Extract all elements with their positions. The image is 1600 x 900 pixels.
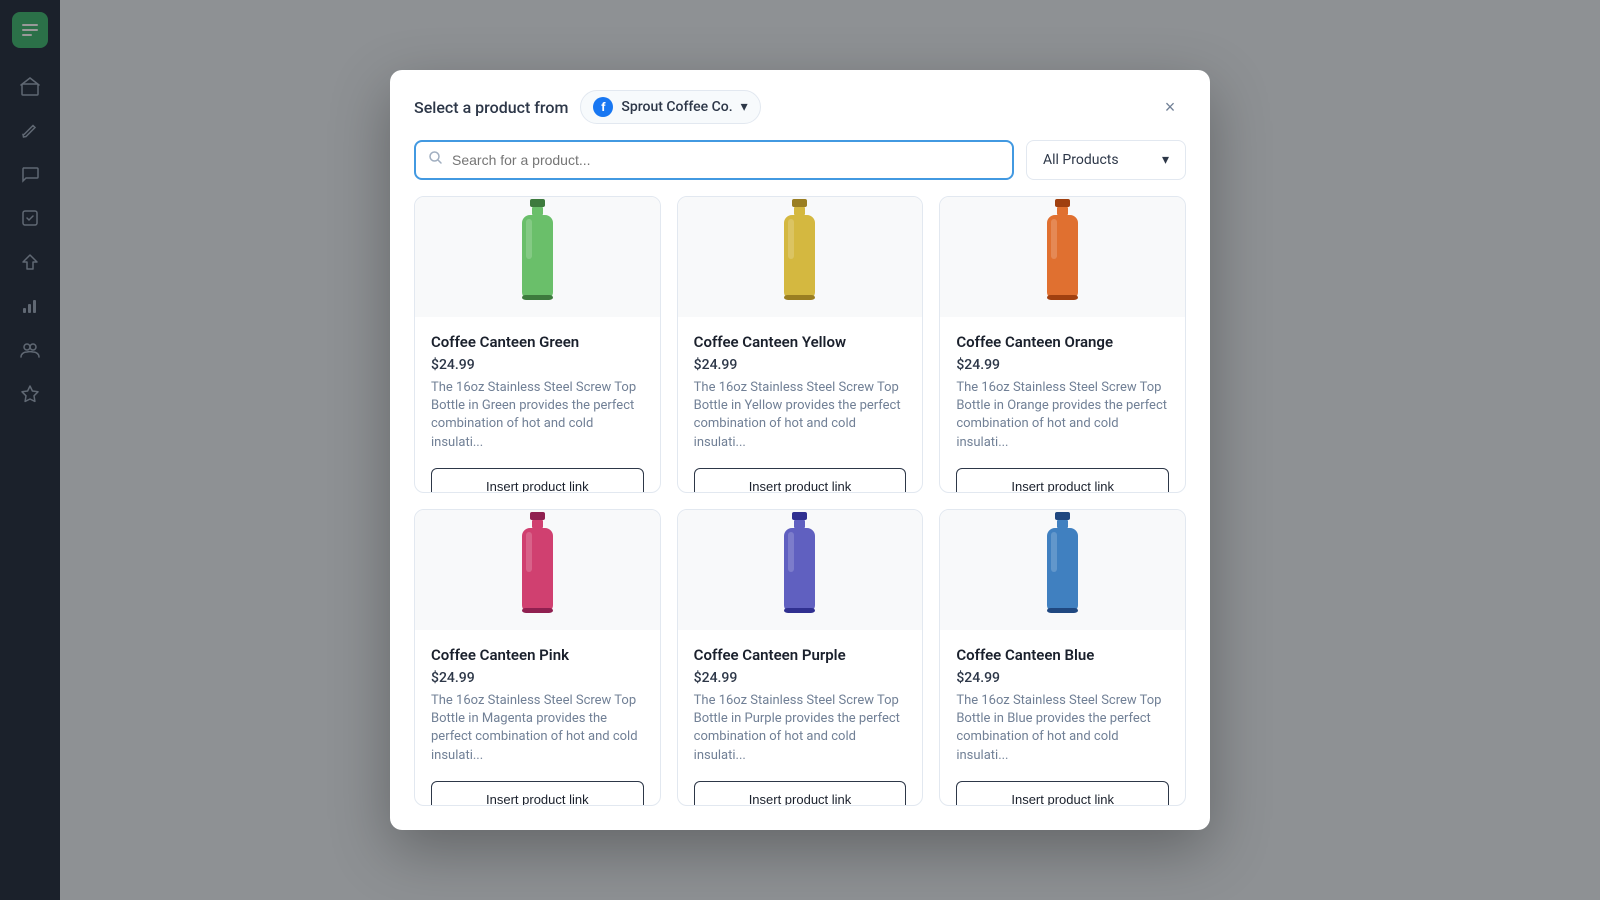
product-image-orange [940,197,1185,317]
source-name: Sprout Coffee Co. [621,99,732,115]
chevron-down-icon: ▾ [741,99,748,115]
insert-product-link-button-pink[interactable]: Insert product link [431,781,644,806]
product-desc-purple: The 16oz Stainless Steel Screw Top Bottl… [694,692,907,765]
filter-chevron-icon: ▾ [1162,152,1169,168]
source-selector[interactable]: f Sprout Coffee Co. ▾ [580,90,760,124]
product-desc-orange: The 16oz Stainless Steel Screw Top Bottl… [956,379,1169,452]
product-info-yellow: Coffee Canteen Yellow $24.99 The 16oz St… [678,317,923,468]
product-name-green: Coffee Canteen Green [431,333,644,351]
insert-product-link-button-orange[interactable]: Insert product link [956,468,1169,493]
product-name-yellow: Coffee Canteen Yellow [694,333,907,351]
search-icon [428,150,444,170]
products-grid: Coffee Canteen Green $24.99 The 16oz Sta… [390,196,1210,830]
product-image-yellow [678,197,923,317]
product-price-yellow: $24.99 [694,357,907,373]
insert-product-link-button-blue[interactable]: Insert product link [956,781,1169,806]
search-input-wrapper[interactable] [414,140,1014,180]
product-image-purple [678,510,923,630]
product-info-pink: Coffee Canteen Pink $24.99 The 16oz Stai… [415,630,660,781]
product-price-blue: $24.99 [956,670,1169,686]
product-image-pink [415,510,660,630]
insert-product-link-button-yellow[interactable]: Insert product link [694,468,907,493]
bottle-icon [510,510,565,630]
search-row: All Products ▾ [390,140,1210,196]
product-desc-pink: The 16oz Stainless Steel Screw Top Bottl… [431,692,644,765]
bottle-icon [1035,510,1090,630]
product-image-blue [940,510,1185,630]
facebook-icon: f [593,97,613,117]
product-price-orange: $24.99 [956,357,1169,373]
product-card-pink: Coffee Canteen Pink $24.99 The 16oz Stai… [414,509,661,806]
product-price-pink: $24.99 [431,670,644,686]
product-card-orange: Coffee Canteen Orange $24.99 The 16oz St… [939,196,1186,493]
filter-label: All Products [1043,152,1119,168]
bottle-icon [510,197,565,317]
bottle-icon [772,197,827,317]
modal-header: Select a product from f Sprout Coffee Co… [390,70,1210,140]
product-price-green: $24.99 [431,357,644,373]
product-desc-green: The 16oz Stainless Steel Screw Top Bottl… [431,379,644,452]
product-card-purple: Coffee Canteen Purple $24.99 The 16oz St… [677,509,924,806]
product-name-purple: Coffee Canteen Purple [694,646,907,664]
insert-product-link-button-purple[interactable]: Insert product link [694,781,907,806]
bottle-icon [772,510,827,630]
product-desc-blue: The 16oz Stainless Steel Screw Top Bottl… [956,692,1169,765]
product-info-green: Coffee Canteen Green $24.99 The 16oz Sta… [415,317,660,468]
product-select-modal: Select a product from f Sprout Coffee Co… [390,70,1210,830]
modal-title-row: Select a product from f Sprout Coffee Co… [414,90,761,124]
product-price-purple: $24.99 [694,670,907,686]
product-image-green [415,197,660,317]
filter-dropdown[interactable]: All Products ▾ [1026,140,1186,180]
product-name-blue: Coffee Canteen Blue [956,646,1169,664]
close-button[interactable]: × [1154,91,1186,123]
product-info-purple: Coffee Canteen Purple $24.99 The 16oz St… [678,630,923,781]
product-card-green: Coffee Canteen Green $24.99 The 16oz Sta… [414,196,661,493]
modal-overlay[interactable]: Select a product from f Sprout Coffee Co… [0,0,1600,900]
product-name-pink: Coffee Canteen Pink [431,646,644,664]
product-name-orange: Coffee Canteen Orange [956,333,1169,351]
bottle-icon [1035,197,1090,317]
product-card-blue: Coffee Canteen Blue $24.99 The 16oz Stai… [939,509,1186,806]
product-card-yellow: Coffee Canteen Yellow $24.99 The 16oz St… [677,196,924,493]
product-info-orange: Coffee Canteen Orange $24.99 The 16oz St… [940,317,1185,468]
product-info-blue: Coffee Canteen Blue $24.99 The 16oz Stai… [940,630,1185,781]
insert-product-link-button-green[interactable]: Insert product link [431,468,644,493]
modal-title: Select a product from [414,98,568,117]
product-desc-yellow: The 16oz Stainless Steel Screw Top Bottl… [694,379,907,452]
search-input[interactable] [452,152,1000,168]
